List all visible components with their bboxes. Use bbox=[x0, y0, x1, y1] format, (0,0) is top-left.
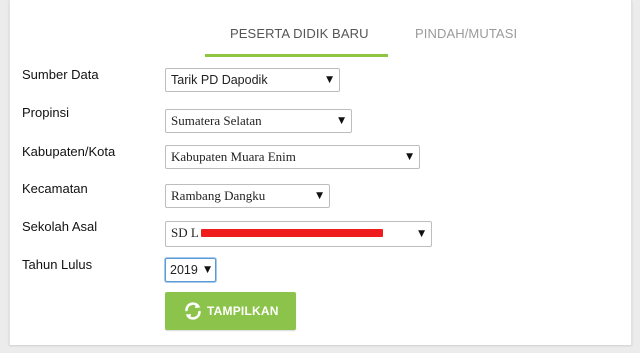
tahun-lulus-value: 2019 bbox=[170, 263, 198, 277]
kecamatan-label: Kecamatan bbox=[22, 181, 88, 196]
dropdown-arrow-icon: ▼ bbox=[316, 191, 323, 201]
tab-bar: PESERTA DIDIK BARU PINDAH/MUTASI bbox=[10, 0, 631, 57]
propinsi-label: Propinsi bbox=[22, 105, 69, 120]
tampilkan-label: TAMPILKAN bbox=[207, 304, 279, 318]
dropdown-arrow-icon: ▼ bbox=[326, 75, 333, 85]
tahun-lulus-label: Tahun Lulus bbox=[22, 257, 93, 272]
sekolah-asal-label: Sekolah Asal bbox=[22, 219, 98, 234]
tahun-lulus-select[interactable]: 2019 ▼ bbox=[165, 258, 216, 282]
dropdown-arrow-icon: ▼ bbox=[406, 152, 413, 162]
dropdown-arrow-icon: ▼ bbox=[338, 116, 345, 126]
tab-pindah-mutasi[interactable]: PINDAH/MUTASI bbox=[415, 26, 517, 41]
sumber-data-label: Sumber Data bbox=[22, 67, 99, 82]
tampilkan-button[interactable]: TAMPILKAN bbox=[165, 292, 296, 330]
dropdown-arrow-icon: ▼ bbox=[418, 229, 425, 239]
kabupaten-select[interactable]: Kabupaten Muara Enim ▼ bbox=[165, 145, 420, 169]
refresh-icon bbox=[183, 301, 203, 321]
sumber-data-value: Tarik PD Dapodik bbox=[171, 73, 268, 87]
sumber-data-select[interactable]: Tarik PD Dapodik ▼ bbox=[165, 68, 340, 92]
kecamatan-select[interactable]: Rambang Dangku ▼ bbox=[165, 184, 330, 208]
propinsi-select[interactable]: Sumatera Selatan ▼ bbox=[165, 109, 352, 133]
sekolah-asal-value: SD L bbox=[171, 225, 199, 240]
tab-peserta-didik-baru[interactable]: PESERTA DIDIK BARU bbox=[230, 26, 369, 41]
dropdown-arrow-icon: ▼ bbox=[204, 265, 211, 275]
kabupaten-value: Kabupaten Muara Enim bbox=[171, 149, 296, 164]
propinsi-value: Sumatera Selatan bbox=[171, 113, 262, 128]
redaction-mark bbox=[201, 229, 383, 237]
active-tab-indicator bbox=[205, 54, 388, 57]
form-card: PESERTA DIDIK BARU PINDAH/MUTASI Sumber … bbox=[9, 0, 632, 345]
kecamatan-value: Rambang Dangku bbox=[171, 188, 266, 203]
kabupaten-label: Kabupaten/Kota bbox=[22, 144, 116, 159]
sekolah-asal-select[interactable]: SD L ▼ bbox=[165, 221, 432, 247]
